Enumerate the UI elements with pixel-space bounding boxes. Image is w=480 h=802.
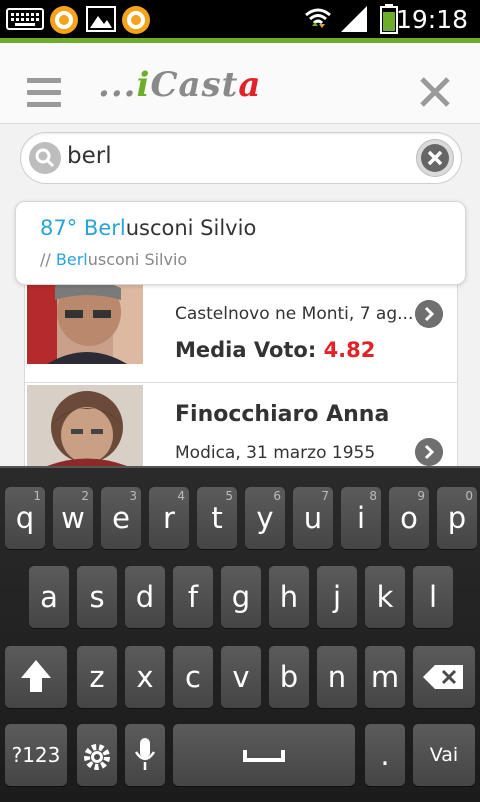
key-k[interactable]: k [365, 566, 405, 628]
go-key[interactable]: Vai [413, 724, 475, 786]
shift-key[interactable] [5, 646, 67, 708]
key-s[interactable]: s [77, 566, 117, 628]
search-icon [29, 142, 61, 174]
space-icon [243, 750, 285, 762]
key-d[interactable]: d [125, 566, 165, 628]
app-notification-icon [122, 6, 150, 34]
app-logo: ...iCasta [98, 65, 262, 105]
vote-value: 4.82 [323, 338, 376, 362]
suggestion-title: 87° Berlusconi Silvio [40, 216, 257, 240]
app-notification-icon [50, 6, 78, 34]
close-icon[interactable] [417, 74, 453, 110]
gallery-icon [86, 6, 116, 32]
key-n[interactable]: n [317, 646, 357, 708]
clear-search-button[interactable] [416, 139, 454, 177]
key-z[interactable]: z [77, 646, 117, 708]
key-l[interactable]: l [413, 566, 453, 628]
key-a[interactable]: a [29, 566, 69, 628]
key-j[interactable]: j [317, 566, 357, 628]
key-t[interactable]: t5 [197, 487, 237, 549]
gear-icon [84, 744, 110, 770]
menu-icon[interactable] [27, 78, 61, 108]
key-y[interactable]: y6 [245, 487, 285, 549]
space-key[interactable] [173, 724, 355, 786]
key-v[interactable]: v [221, 646, 261, 708]
chevron-right-icon[interactable] [415, 438, 443, 466]
search-input[interactable]: berl [20, 132, 462, 184]
symbols-key[interactable]: ?123 [5, 724, 67, 786]
app-header: ...iCasta [0, 43, 480, 124]
key-p[interactable]: p0 [437, 487, 477, 549]
politician-photo [27, 385, 143, 466]
suggestion-subtitle: // Berlusconi Silvio [40, 250, 188, 269]
status-bar: 19:18 [0, 0, 480, 38]
results-list: Castelnovo ne Monti, 7 ag... Media Voto:… [24, 282, 458, 466]
key-f[interactable]: f [173, 566, 213, 628]
list-item[interactable]: Castelnovo ne Monti, 7 ag... Media Voto:… [25, 282, 457, 383]
key-w[interactable]: w2 [53, 487, 93, 549]
key-e[interactable]: e3 [101, 487, 141, 549]
search-suggestion[interactable]: 87° Berlusconi Silvio // Berlusconi Silv… [15, 201, 466, 285]
key-u[interactable]: u7 [293, 487, 333, 549]
key-q[interactable]: q1 [5, 487, 45, 549]
key-c[interactable]: c [173, 646, 213, 708]
clear-icon [421, 144, 449, 172]
status-time: 19:18 [395, 5, 468, 34]
list-item[interactable]: Finocchiaro Anna Modica, 31 marzo 1955 [25, 383, 457, 466]
key-b[interactable]: b [269, 646, 309, 708]
search-query[interactable]: berl [67, 143, 112, 169]
key-r[interactable]: r4 [149, 487, 189, 549]
wifi-icon [305, 8, 331, 28]
key-h[interactable]: h [269, 566, 309, 628]
voice-input-key[interactable] [125, 724, 165, 786]
search-bar: berl [0, 124, 480, 194]
soft-keyboard: q 1 w 2 e 3 r 4 t 5 y 6 u 7 i 8 o 9 p 0 a s d f g h j k l z x c v b n m ?123… [0, 466, 480, 802]
microphone-icon [134, 738, 156, 770]
chevron-right-icon[interactable] [415, 300, 443, 328]
key-m[interactable]: m [365, 646, 405, 708]
keyboard-icon [6, 8, 44, 30]
signal-icon [341, 6, 367, 32]
key-o[interactable]: o9 [389, 487, 429, 549]
politician-photo [27, 282, 143, 364]
key-i[interactable]: i8 [341, 487, 381, 549]
settings-key[interactable] [77, 724, 117, 786]
period-key[interactable]: . [365, 724, 405, 786]
backspace-key[interactable] [413, 646, 475, 708]
result-birthplace: Castelnovo ne Monti, 7 ag... [175, 304, 414, 324]
key-x[interactable]: x [125, 646, 165, 708]
result-birthplace: Modica, 31 marzo 1955 [175, 443, 376, 463]
result-vote: Media Voto: 4.82 [175, 338, 376, 362]
result-name: Finocchiaro Anna [175, 402, 390, 427]
key-g[interactable]: g [221, 566, 261, 628]
shift-icon [21, 660, 51, 692]
backspace-icon [423, 665, 463, 689]
